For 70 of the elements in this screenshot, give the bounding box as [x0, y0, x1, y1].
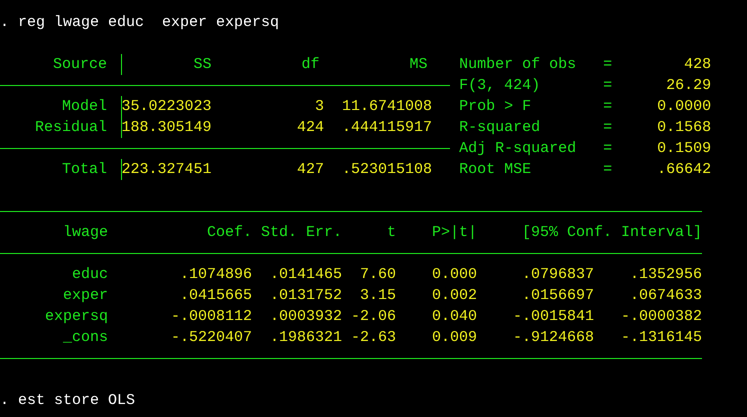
- equals-sign: =: [603, 97, 612, 117]
- stat-value: 428: [684, 55, 712, 75]
- stat-value: 0.1568: [657, 118, 712, 138]
- equals-sign: =: [603, 118, 612, 138]
- table-cell-text: 35.0223023: [122, 97, 212, 117]
- table-cell-text: .0003932: [270, 307, 342, 327]
- table-cell-text: .0156697: [522, 286, 594, 306]
- stat-label: F(3, 424): [459, 76, 540, 96]
- column-header: t: [387, 223, 396, 243]
- table-cell-text: -.0008112: [171, 307, 252, 327]
- stat-value: 0.0000: [657, 97, 712, 117]
- table-cell-text: .0674633: [630, 286, 702, 306]
- table-cell-text: 7.60: [360, 265, 396, 285]
- column-header: lwage: [63, 223, 108, 243]
- column-header: Source: [53, 55, 108, 75]
- column-header: df: [302, 55, 320, 75]
- table-cell-text: 0.009: [432, 328, 478, 348]
- table-cell-text: -.5220407: [171, 328, 252, 348]
- stat-label: Prob > F: [459, 97, 532, 117]
- table-cell-text: -.0000382: [621, 307, 702, 327]
- equals-sign: =: [603, 55, 612, 75]
- command-line: . reg lwage educ exper expersq: [0, 13, 280, 33]
- table-cell-text: 0.000: [432, 265, 478, 285]
- row-label: exper: [63, 286, 108, 306]
- table-cell-text: .0796837: [522, 265, 594, 285]
- column-header: P>|t|: [432, 223, 478, 243]
- row-label: Residual: [35, 118, 108, 138]
- table-cell-text: 223.327451: [122, 160, 212, 180]
- table-cell-text: -.1316145: [621, 328, 702, 348]
- stat-value: .66642: [657, 160, 712, 180]
- table-cell-text: 427: [297, 160, 324, 180]
- table-cell-text: .0141465: [270, 265, 342, 285]
- table-cell-text: 424: [297, 118, 324, 138]
- table-cell-text: 188.305149: [122, 118, 212, 138]
- table-cell-text: .1074896: [180, 265, 252, 285]
- table-cell-text: .444115917: [342, 118, 432, 138]
- table-cell-text: -2.06: [351, 307, 396, 327]
- table-cell-text: .1986321: [270, 328, 342, 348]
- column-header: MS: [410, 55, 428, 75]
- table-cell-text: -.0015841: [513, 307, 594, 327]
- table-cell-text: -2.63: [351, 328, 396, 348]
- table-cell-text: .523015108: [342, 160, 432, 180]
- equals-sign: =: [603, 139, 612, 159]
- table-cell-text: 3: [315, 97, 324, 117]
- row-label: expersq: [45, 307, 108, 327]
- column-header: Std. Err.: [261, 223, 342, 243]
- row-label: educ: [72, 265, 108, 285]
- stat-label: Adj R-squared: [459, 139, 576, 159]
- row-label: _cons: [63, 328, 108, 348]
- equals-sign: =: [603, 76, 612, 96]
- equals-sign: =: [603, 160, 612, 180]
- stat-value: 0.1509: [657, 139, 712, 159]
- row-label: Model: [62, 97, 108, 117]
- table-cell-text: -.9124668: [513, 328, 594, 348]
- column-header: Coef.: [207, 223, 252, 243]
- table-cell-text: .1352956: [630, 265, 702, 285]
- table-cell-text: 0.040: [432, 307, 478, 327]
- table-cell-text: 3.15: [360, 286, 396, 306]
- table-cell-text: 0.002: [432, 286, 478, 306]
- stat-label: R-squared: [459, 118, 540, 138]
- column-header: [95% Conf. Interval]: [522, 223, 702, 243]
- stat-label: Number of obs: [459, 55, 576, 75]
- stat-value: 26.29: [666, 76, 712, 96]
- table-cell-text: 11.6741008: [342, 97, 432, 117]
- table-cell-text: .0415665: [180, 286, 252, 306]
- row-label: Total: [62, 160, 108, 180]
- column-header: SS: [194, 55, 212, 75]
- stat-label: Root MSE: [459, 160, 532, 180]
- table-cell-text: .0131752: [270, 286, 342, 306]
- command-line: . est store OLS: [0, 391, 136, 411]
